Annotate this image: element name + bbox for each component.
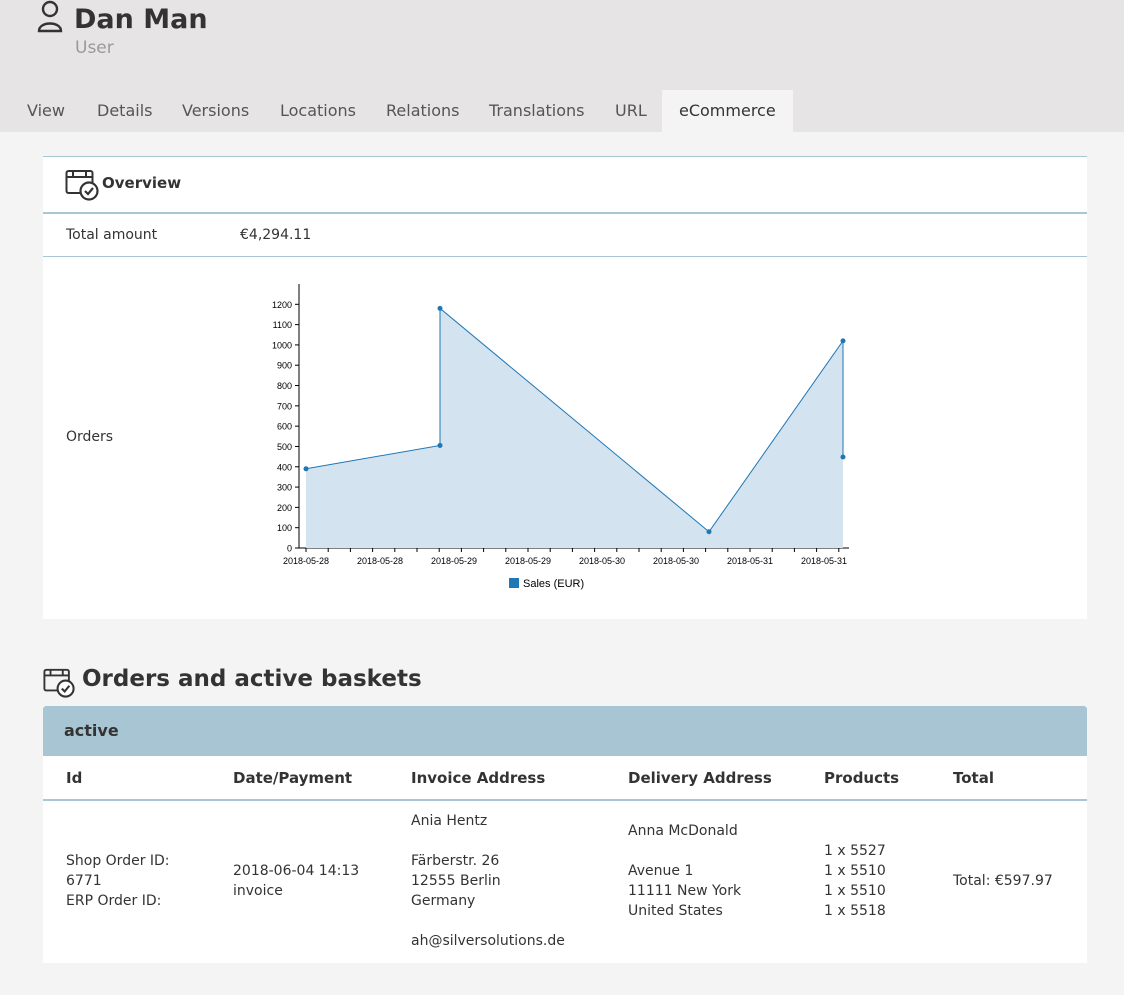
page-header: Dan Man User View Details Versions Locat… <box>0 0 1124 132</box>
tab-details[interactable]: Details <box>97 90 152 132</box>
x-tick-label: 2018-05-29 <box>505 556 551 566</box>
y-tick-label: 100 <box>277 523 292 533</box>
y-tick-label: 300 <box>277 483 292 493</box>
y-tick-label: 600 <box>277 422 292 432</box>
col-products: Products <box>824 769 900 787</box>
x-tick-label: 2018-05-30 <box>579 556 625 566</box>
y-tick-label: 800 <box>277 381 292 391</box>
invoice-name: Ania Hentz <box>411 813 488 829</box>
orders-table: active Id Date/Payment Invoice Address D… <box>43 706 1087 963</box>
erp-order-id-label: ERP Order ID: <box>66 893 162 909</box>
payment-method: invoice <box>233 883 283 899</box>
data-point <box>840 338 846 344</box>
y-tick-label: 0 <box>287 544 292 554</box>
x-tick-label: 2018-05-29 <box>431 556 477 566</box>
col-date-payment: Date/Payment <box>233 769 353 787</box>
overview-panel: Overview Total amount €4,294.11 Orders 0… <box>43 156 1087 619</box>
tab-translations[interactable]: Translations <box>489 90 585 132</box>
tab-versions[interactable]: Versions <box>182 90 249 132</box>
y-tick-label: 900 <box>277 361 292 371</box>
order-date: 2018-06-04 14:13 <box>233 863 360 879</box>
y-tick-label: 1100 <box>273 320 292 330</box>
x-tick-label: 2018-05-28 <box>283 556 329 566</box>
user-icon <box>37 0 63 33</box>
product-line: 1 x 5527 <box>824 843 886 859</box>
order-id-value: 6771 <box>66 873 102 889</box>
order-id-label: Shop Order ID: <box>66 853 170 869</box>
tab-relations[interactable]: Relations <box>386 90 459 132</box>
invoice-address-cell: Ania Hentz Färberstr. 26 12555 Berlin Ge… <box>411 811 565 951</box>
delivery-address-cell: Anna McDonald Avenue 1 11111 New York Un… <box>628 821 741 921</box>
tab-locations[interactable]: Locations <box>280 90 356 132</box>
page-title: Dan Man <box>74 4 208 35</box>
page-subtitle: User <box>75 38 114 58</box>
data-point <box>706 529 712 535</box>
col-delivery-address: Delivery Address <box>628 769 772 787</box>
x-tick-label: 2018-05-28 <box>357 556 403 566</box>
product-line: 1 x 5518 <box>824 903 886 919</box>
tab-ecommerce[interactable]: eCommerce <box>662 90 793 132</box>
orders-section-title: Orders and active baskets <box>82 666 422 692</box>
delivery-city: 11111 New York <box>628 883 742 899</box>
col-total: Total <box>953 769 994 787</box>
data-point <box>840 454 846 460</box>
delivery-name: Anna McDonald <box>628 823 738 839</box>
invoice-city: 12555 Berlin <box>411 873 501 889</box>
product-line: 1 x 5510 <box>824 863 886 879</box>
table-row[interactable]: Shop Order ID: 6771 ERP Order ID: 2018-0… <box>43 801 1087 963</box>
x-tick-label: 2018-05-30 <box>653 556 699 566</box>
y-tick-label: 1000 <box>272 340 292 350</box>
col-id: Id <box>66 769 83 787</box>
legend-label: Sales (EUR) <box>523 578 584 590</box>
delivery-street: Avenue 1 <box>628 863 694 879</box>
group-header-active: active <box>43 706 1087 756</box>
sales-area <box>306 308 843 548</box>
x-tick-label: 2018-05-31 <box>727 556 773 566</box>
y-tick-label: 700 <box>277 401 292 411</box>
y-tick-label: 500 <box>277 442 292 452</box>
group-label: active <box>64 721 119 740</box>
legend-swatch <box>509 578 519 588</box>
tab-url[interactable]: URL <box>615 90 647 132</box>
sales-chart: 0 100 200 300 400 500 600 700 800 900 1000 1100 1200… <box>272 284 849 590</box>
product-line: 1 x 5510 <box>824 883 886 899</box>
tab-view[interactable]: View <box>27 90 65 132</box>
products-cell: 1 x 5527 1 x 5510 1 x 5510 1 x 5518 <box>824 841 886 921</box>
col-invoice-address: Invoice Address <box>411 769 546 787</box>
table-header: Id Date/Payment Invoice Address Delivery… <box>43 756 1087 801</box>
basket-check-icon <box>43 668 75 698</box>
order-id-cell: Shop Order ID: 6771 ERP Order ID: <box>66 851 170 911</box>
invoice-country: Germany <box>411 893 476 909</box>
invoice-email: ah@silversolutions.de <box>411 933 565 949</box>
order-total: Total: €597.97 <box>953 873 1053 889</box>
x-tick-label: 2018-05-31 <box>801 556 847 566</box>
delivery-country: United States <box>628 903 723 919</box>
y-tick-label: 1200 <box>272 300 292 310</box>
y-tick-label: 400 <box>277 462 292 472</box>
data-point <box>437 442 443 448</box>
data-point <box>437 305 443 311</box>
data-point <box>303 466 309 472</box>
date-payment-cell: 2018-06-04 14:13 invoice <box>233 861 359 901</box>
invoice-street: Färberstr. 26 <box>411 853 500 869</box>
y-tick-label: 200 <box>277 503 292 513</box>
